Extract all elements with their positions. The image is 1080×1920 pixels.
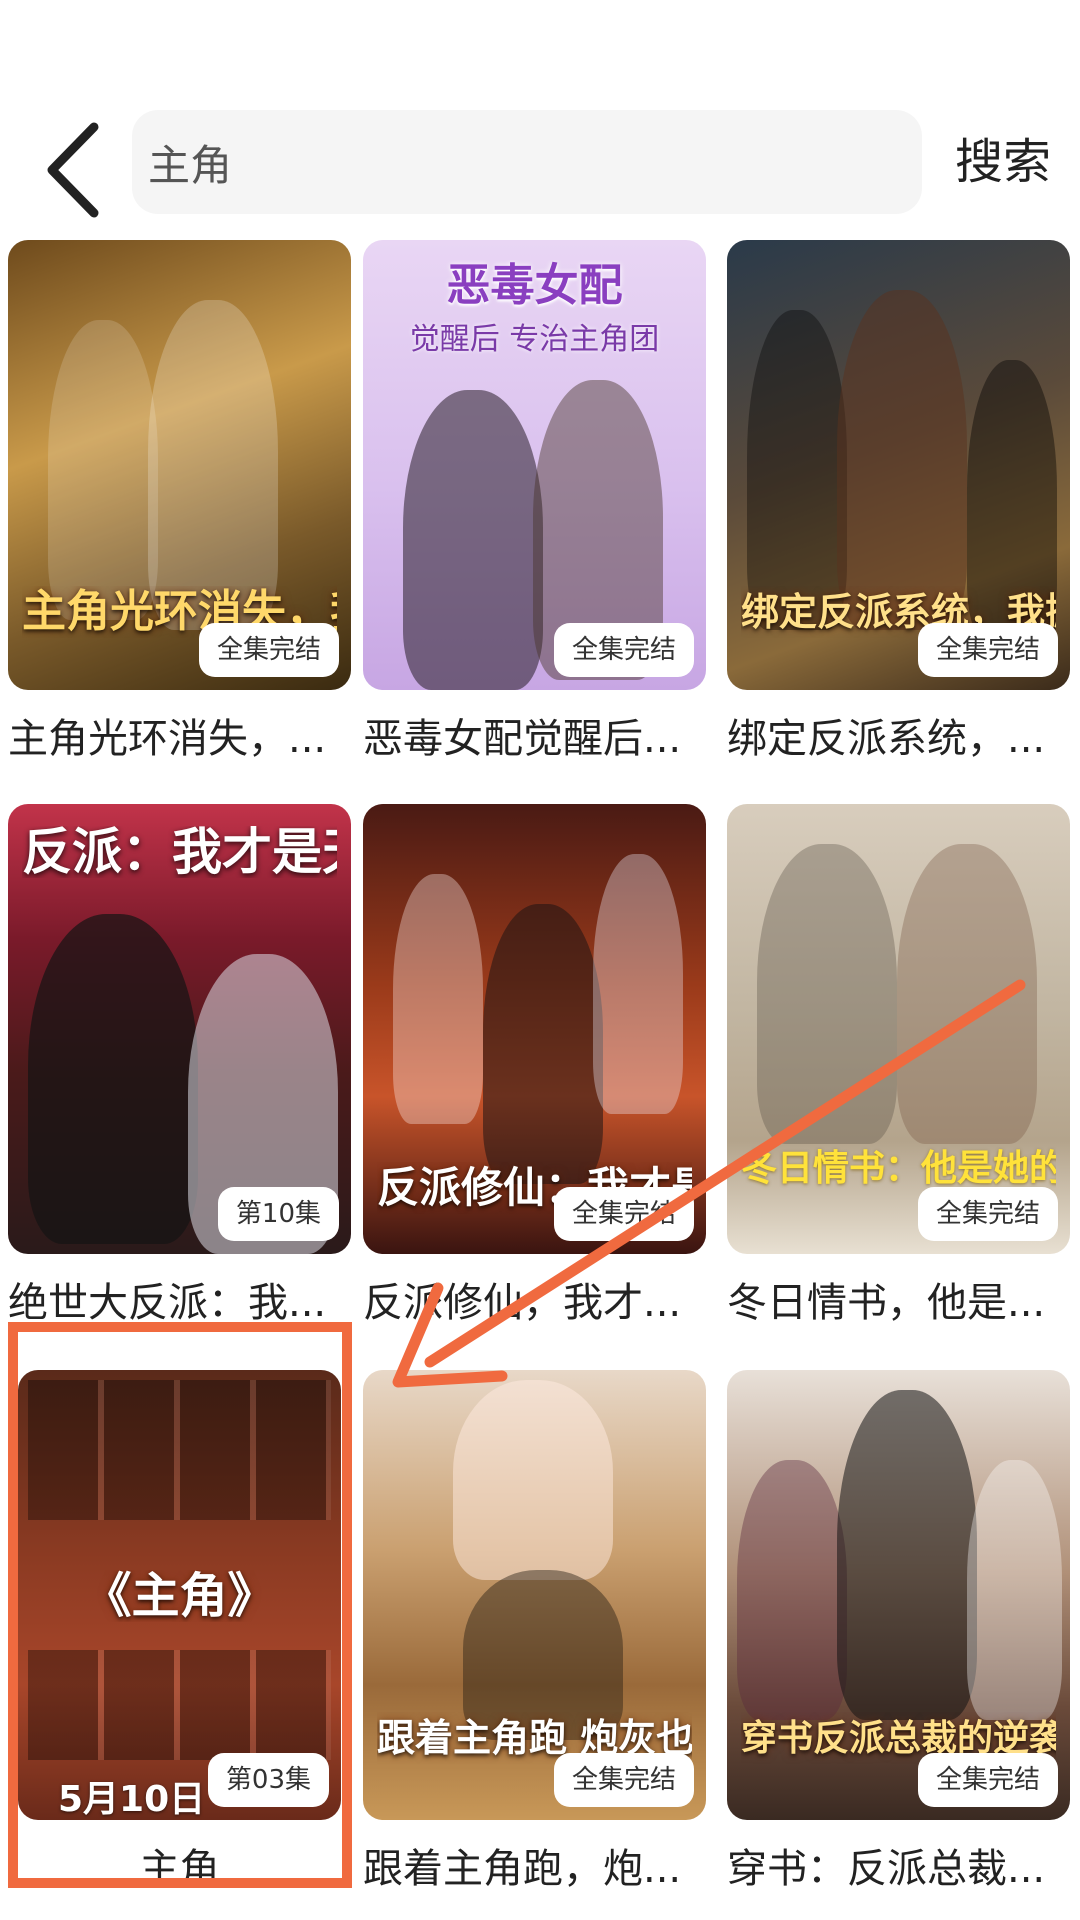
poster-title-text: 反派：我才是天 [22,826,337,878]
figure-shape [48,320,158,620]
card-title: 穿书：反派总裁... [727,1846,1046,1892]
poster-subtitle-text: 觉醒后 专治主角团 [409,322,660,357]
status-badge: 全集完结 [553,623,694,677]
status-badge: 全集完结 [198,623,339,677]
status-badge: 第10集 [217,1187,339,1241]
poster-title-text: 恶毒女配 [446,260,623,311]
card-title: 绑定反派系统，... [727,716,1046,762]
status-badge: 全集完结 [553,1753,694,1807]
status-badge: 全集完结 [917,1187,1058,1241]
photo-grid [28,1380,331,1520]
figure-shape [593,854,683,1114]
poster-date-text: 5月10日 [58,1779,206,1820]
card-title: 主角 [139,1846,220,1892]
card-title: 跟着主角跑，炮... [363,1846,682,1892]
card-title: 冬日情书，他是... [727,1280,1046,1326]
status-badge: 第03集 [207,1753,329,1807]
card-title: 主角光环消失，... [8,716,327,762]
card-title: 恶毒女配觉醒后... [363,716,682,762]
figure-shape [837,290,967,630]
results-grid: 主角光环消失，我只想... 全集完结 主角光环消失，... 恶毒女配 觉醒后 专… [0,0,1080,1920]
figure-shape [747,310,847,630]
figure-shape [403,390,543,690]
figure-shape [737,1460,847,1720]
figure-shape [28,914,198,1244]
card-title: 绝世大反派：我... [8,1280,327,1326]
poster-title-text: 《主角》 [83,1570,276,1622]
status-badge: 全集完结 [553,1187,694,1241]
figure-shape [897,844,1037,1144]
figure-shape [837,1390,977,1720]
status-badge: 全集完结 [917,1753,1058,1807]
figure-shape [148,300,278,630]
figure-shape [757,844,897,1144]
figure-shape [453,1380,613,1580]
status-badge: 全集完结 [917,623,1058,677]
figure-shape [967,1460,1062,1720]
figure-shape [393,874,483,1124]
card-title: 反派修仙，我才... [363,1280,682,1326]
photo-grid [28,1650,331,1760]
figure-shape [483,904,603,1184]
